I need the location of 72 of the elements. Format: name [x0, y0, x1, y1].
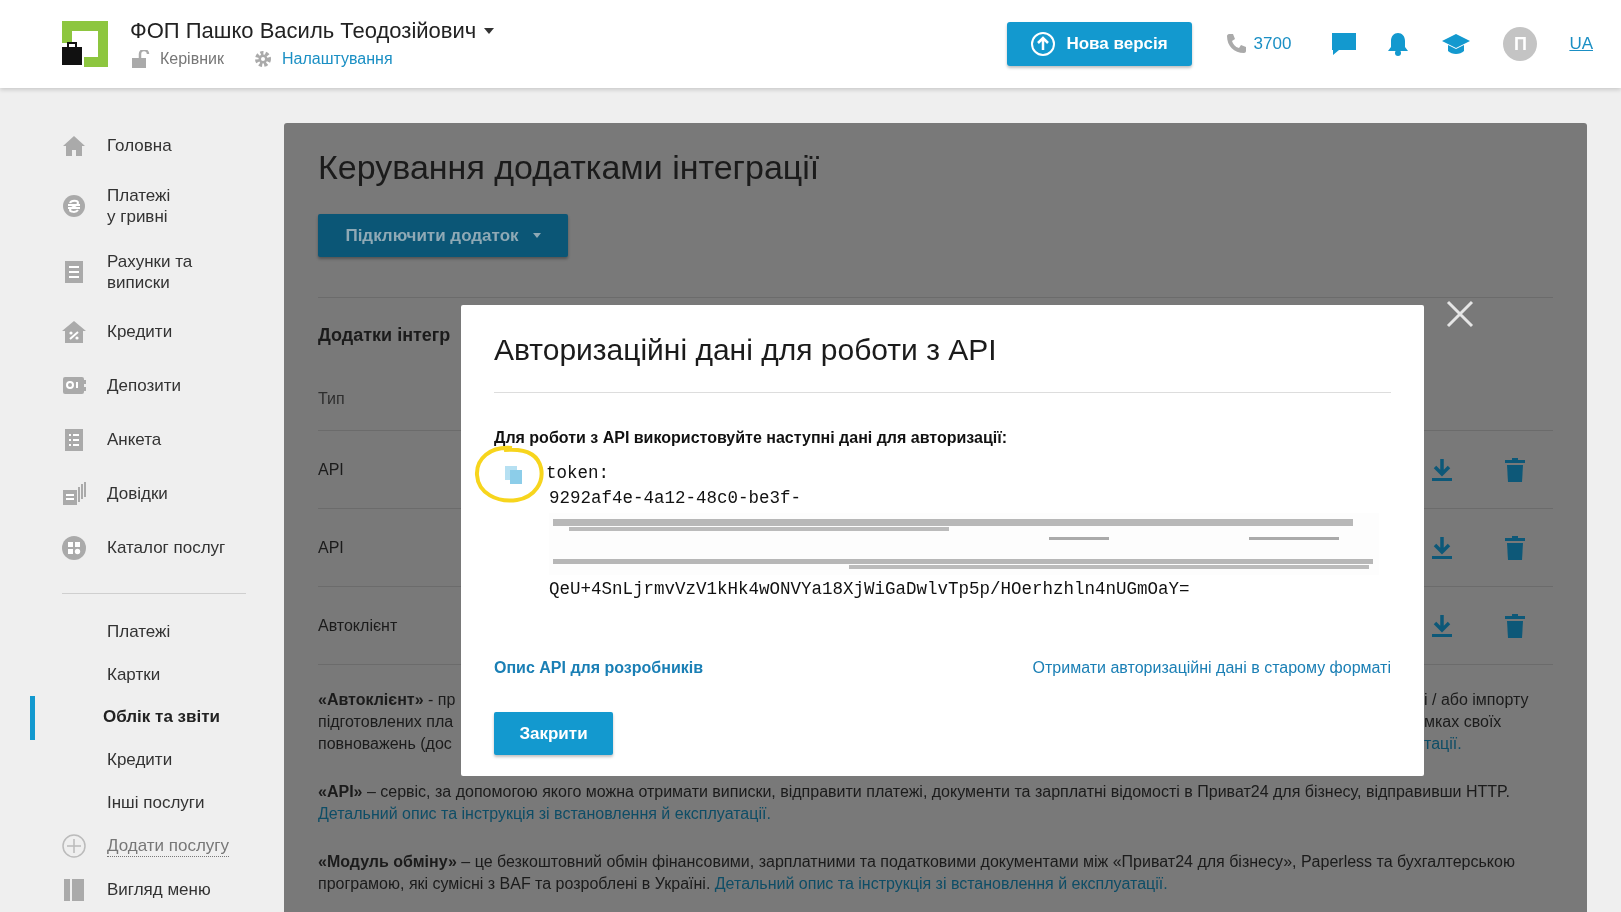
sidebar-item[interactable]: Головна	[107, 135, 172, 157]
delete-button[interactable]	[1505, 457, 1525, 482]
gear-icon	[253, 50, 272, 68]
copy-button[interactable]	[503, 464, 525, 486]
home-icon	[62, 134, 86, 158]
sidebar-subitem[interactable]: Кредити	[107, 747, 173, 773]
download-icon	[1431, 457, 1453, 482]
table-cell-text: API	[318, 459, 344, 480]
dialog-title: Авторизаційні дані для роботи з API	[494, 332, 998, 368]
plus-circle-icon	[62, 834, 86, 859]
trash-icon	[1505, 613, 1525, 638]
caret-icon	[532, 233, 541, 238]
token-label: token:	[546, 462, 610, 485]
columns-icon	[62, 878, 86, 903]
table-cell-text: Автоклієнт	[318, 615, 398, 636]
column-header: Тип	[318, 389, 345, 409]
logo-icon	[62, 21, 108, 67]
download-button[interactable]	[1431, 457, 1453, 482]
instruction-text: Для роботи з API використовуйте наступні дані для авторизації:	[494, 428, 1009, 448]
delete-button[interactable]	[1505, 613, 1525, 638]
paragraph: «Модуль обміну» – це безкоштовний обмін фінансовими, зарплатними та податковими документами між «Приват24 для бізнесу», Paperless та бухгалтерською програмою, які сумісні з BAF та розроблені в Україні. Детальний опис та інструкція зі встановлення й експлуатації.	[318, 852, 1516, 894]
bell-icon	[1387, 32, 1410, 56]
sidebar-item[interactable]: Рахунки та виписки	[107, 251, 193, 293]
sidebar-subitem[interactable]: Інші послуги	[107, 790, 205, 816]
sidebar-item[interactable]: Депозити	[107, 375, 181, 397]
copy-icon	[503, 464, 525, 486]
sidebar-subitem[interactable]: Платежі	[107, 618, 171, 645]
sidebar-item[interactable]: Довідки	[107, 483, 168, 505]
stacked-documents-icon	[62, 482, 86, 506]
role-label: Керівник	[160, 49, 224, 69]
api-docs-link[interactable]: Опис API для розробників	[494, 656, 703, 680]
sidebar-subitem[interactable]: Облік та звіти	[103, 704, 220, 730]
document-icon	[62, 260, 86, 284]
sidebar-item[interactable]: Платежі у гривні	[107, 185, 171, 227]
page-title: Керування додатками інтеграції	[318, 147, 821, 188]
paragraph-fragment: «Автоклієнт» - пр підготовлених пла повноважень (дос	[318, 690, 457, 754]
upload-circle-icon	[1030, 31, 1057, 57]
graduation-cap-icon	[1441, 32, 1472, 56]
section-title: Додатки інтегр	[318, 324, 452, 346]
delete-button[interactable]	[1505, 535, 1525, 560]
hryvnia-coin-icon	[62, 194, 86, 218]
user-name[interactable]: ФОП Пашко Василь Теодозійович	[130, 17, 477, 45]
caret-icon	[484, 28, 495, 34]
sidebar-item[interactable]: Кредити	[107, 321, 173, 343]
settings-link[interactable]: Налаштування	[281, 47, 393, 71]
trash-icon	[1505, 457, 1525, 482]
sidebar-item[interactable]: Каталог послуг	[107, 537, 226, 559]
sidebar-subitem[interactable]: Картки	[107, 661, 161, 688]
old-format-link[interactable]: Отримати авторизаційні дані в старому форматі	[1032, 656, 1391, 680]
house-percent-icon	[62, 320, 86, 344]
paragraph: «API» – сервіс, за допомогою якого можна отримати виписки, відправити платежі, документи та зарплатні відомості в Приват24 для бізнесу, відправивши HTTP. Детальний опис та інструкція зі встановлення й експлуатації.	[318, 782, 1512, 824]
download-icon	[1431, 613, 1453, 638]
trash-icon	[1505, 535, 1525, 560]
close-button[interactable]	[1445, 299, 1475, 329]
download-button[interactable]	[1431, 535, 1453, 560]
language-link[interactable]: UA	[1569, 31, 1593, 57]
download-icon	[1431, 535, 1453, 560]
text-fragment: мках своїх	[1424, 712, 1502, 732]
token-value: QeU+4SnLjrmvVzV1kHk4wONVYa18XjWiGaDwlvTp5p/HOerhzhln4nUGmOaY=	[548, 578, 1191, 601]
grid-circle-icon	[62, 536, 86, 560]
phone-link[interactable]: 3700	[1223, 31, 1292, 57]
text-fragment: і / або імпорту	[1424, 690, 1529, 710]
chat-icon	[1331, 32, 1358, 56]
close-icon	[1445, 299, 1475, 329]
add-service-link[interactable]: Додати послугу	[107, 835, 230, 857]
table-cell-text: API	[318, 537, 344, 558]
sidebar-item[interactable]: Анкета	[107, 429, 162, 451]
list-icon	[62, 428, 86, 452]
token-value: 9292af4e-4a12-48c0-be3f-	[548, 487, 803, 510]
download-button[interactable]	[1431, 613, 1453, 638]
sidebar-item[interactable]: Вигляд меню	[107, 877, 211, 903]
lock-icon	[130, 50, 150, 68]
